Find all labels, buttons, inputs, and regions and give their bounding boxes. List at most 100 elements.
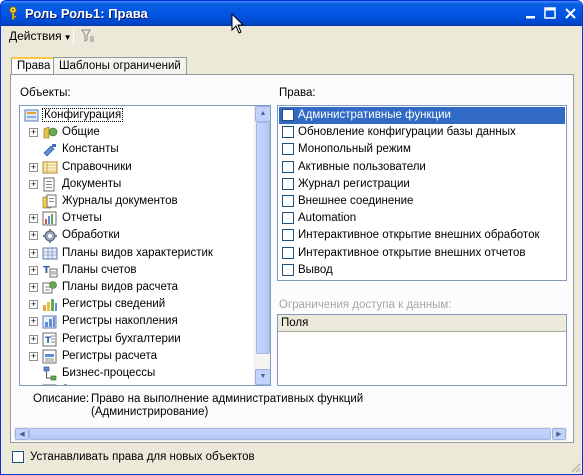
tree-item-label: Общие — [62, 126, 100, 139]
expand-plus-icon[interactable]: + — [29, 179, 38, 189]
expand-plus-icon[interactable]: + — [29, 162, 38, 172]
calculation-registers-icon — [42, 349, 58, 364]
tree-item-tasks[interactable]: Задачи — [20, 382, 256, 385]
tab-rights-label: Права — [17, 60, 51, 72]
actions-menu-button[interactable]: Действия ▼ — [9, 29, 72, 43]
tab-restriction-templates[interactable]: Шаблоны ограничений — [53, 57, 187, 75]
tree-item-catalogs[interactable]: + Справочники — [20, 159, 256, 176]
close-button[interactable] — [562, 5, 579, 22]
toolbar-separator — [73, 30, 74, 45]
minimize-icon — [526, 16, 535, 19]
maximize-icon — [544, 7, 556, 19]
fields-column-header[interactable]: Поля — [278, 315, 566, 332]
right-checkbox[interactable] — [282, 195, 294, 207]
expand-plus-icon[interactable]: + — [29, 334, 38, 344]
right-checkbox[interactable] — [282, 246, 294, 259]
right-checkbox[interactable] — [282, 212, 294, 225]
common-icon — [42, 125, 58, 140]
new-objects-rights-checkbox[interactable]: Устанавливать права для новых объектов — [12, 450, 312, 466]
tree-item-label: Журналы документов — [62, 195, 178, 207]
right-label: Вывод — [298, 263, 333, 276]
right-output[interactable]: Вывод — [279, 262, 565, 279]
tree-item-label: Регистры сведений — [62, 298, 166, 311]
tree-item-documents[interactable]: + Документы — [20, 176, 256, 193]
tree-item-reports[interactable]: + Отчеты — [20, 210, 256, 227]
constants-icon — [42, 142, 58, 157]
tree-item-configuration[interactable]: Конфигурация — [20, 107, 256, 124]
expand-plus-icon[interactable]: + — [29, 300, 38, 310]
scroll-thumb[interactable] — [256, 122, 270, 354]
document-journals-icon — [42, 194, 58, 209]
expand-plus-icon[interactable]: + — [29, 128, 38, 138]
right-event-log[interactable]: Журнал регистрации — [279, 176, 565, 193]
filter-icon[interactable] — [81, 29, 95, 43]
right-update-db-config[interactable]: Обновление конфигурации базы данных — [279, 124, 565, 141]
new-objects-checkbox-box[interactable] — [12, 451, 24, 463]
tree-item-common[interactable]: + Общие — [20, 124, 256, 141]
tree-item-business-processes[interactable]: Бизнес-процессы — [20, 365, 256, 382]
rights-label: Права: — [279, 87, 316, 99]
tree-item-charts-of-accounts[interactable]: + Т Планы счетов — [20, 262, 256, 279]
title-bar[interactable]: Роль Роль1: Права — [1, 1, 582, 26]
horizontal-scrollbar[interactable]: ◀ ▶ — [14, 427, 567, 441]
scroll-right-button[interactable]: ▶ — [552, 428, 566, 440]
rights-list[interactable]: Административные функции Обновление конфи… — [277, 105, 567, 281]
role-rights-window: Роль Роль1: Права Действия ▼ Права Шаблон… — [0, 0, 583, 475]
restrictions-label: Ограничения доступа к данным: — [279, 299, 452, 311]
right-checkbox[interactable] — [282, 109, 294, 121]
expand-plus-icon[interactable]: + — [29, 214, 38, 224]
tree-item-calculation-registers[interactable]: + Регистры расчета — [20, 348, 256, 365]
objects-tree[interactable]: Конфигурация + Общие Константы + Справочники +… — [19, 105, 271, 386]
expand-plus-icon[interactable]: + — [29, 283, 38, 292]
expand-plus-icon[interactable]: + — [29, 231, 38, 241]
tree-item-label: Регистры расчета — [62, 349, 158, 362]
chart-of-accounts-icon: Т — [42, 263, 58, 278]
tasks-icon — [42, 383, 58, 385]
description-text-line1: Право на выполнение административных фун… — [91, 393, 364, 405]
tree-item-data-processors[interactable]: + Обработки — [20, 227, 256, 244]
tree-item-label: Планы видов характеристик — [62, 246, 213, 259]
tree-item-characteristic-types[interactable]: + Планы видов характеристик — [20, 245, 256, 262]
right-checkbox[interactable] — [282, 160, 294, 173]
right-open-external-reports[interactable]: Интерактивное открытие внешних отчетов — [279, 245, 565, 262]
scroll-down-button[interactable]: ▼ — [255, 369, 270, 385]
right-checkbox[interactable] — [282, 263, 294, 276]
tree-item-document-journals[interactable]: Журналы документов — [20, 193, 256, 210]
scroll-up-button[interactable]: ▲ — [255, 106, 270, 122]
right-label: Журнал регистрации — [298, 177, 410, 190]
tree-item-accumulation-registers[interactable]: + Регистры накопления — [20, 313, 256, 330]
tree-item-label: Обработки — [62, 229, 120, 242]
right-checkbox[interactable] — [282, 229, 294, 242]
right-automation[interactable]: Automation — [279, 210, 565, 227]
tree-item-calculation-types[interactable]: + Планы видов расчета — [20, 279, 256, 296]
resize-grip-icon[interactable] — [569, 461, 581, 473]
right-exclusive-mode[interactable]: Монопольный режим — [279, 141, 565, 158]
expand-plus-icon[interactable]: + — [29, 351, 38, 361]
right-checkbox[interactable] — [282, 177, 294, 190]
scroll-left-button[interactable]: ◀ — [15, 428, 29, 440]
description-label: Описание: — [33, 393, 90, 405]
right-label: Интерактивное открытие внешних обработок — [298, 229, 540, 242]
objects-tree-scrollbar[interactable]: ▲ ▼ — [254, 106, 270, 385]
restrictions-grid[interactable]: Поля — [277, 314, 567, 386]
right-active-users[interactable]: Активные пользователи — [279, 159, 565, 176]
tree-item-constants[interactable]: Константы — [20, 141, 256, 158]
right-checkbox[interactable] — [282, 126, 294, 139]
minimize-button[interactable] — [523, 5, 540, 22]
right-checkbox[interactable] — [282, 143, 294, 156]
horizontal-scroll-thumb[interactable] — [29, 428, 551, 440]
key-icon — [9, 6, 17, 20]
expand-plus-icon[interactable]: + — [29, 265, 38, 275]
tree-item-label: Планы видов расчета — [62, 281, 179, 293]
maximize-button[interactable] — [542, 5, 559, 22]
tree-item-accounting-registers[interactable]: + Т Регистры бухгалтерии — [20, 331, 256, 348]
tree-item-information-registers[interactable]: + Регистры сведений — [20, 296, 256, 313]
right-external-connection[interactable]: Внешнее соединение — [279, 193, 565, 210]
calculation-types-icon — [42, 280, 58, 295]
description-text-line2: (Администрирование) — [91, 406, 209, 418]
expand-plus-icon[interactable]: + — [29, 317, 38, 327]
tree-item-label: Документы — [62, 177, 122, 190]
right-admin-functions[interactable]: Административные функции — [279, 107, 565, 124]
expand-plus-icon[interactable]: + — [29, 248, 38, 258]
right-open-external-processors[interactable]: Интерактивное открытие внешних обработок — [279, 227, 565, 244]
